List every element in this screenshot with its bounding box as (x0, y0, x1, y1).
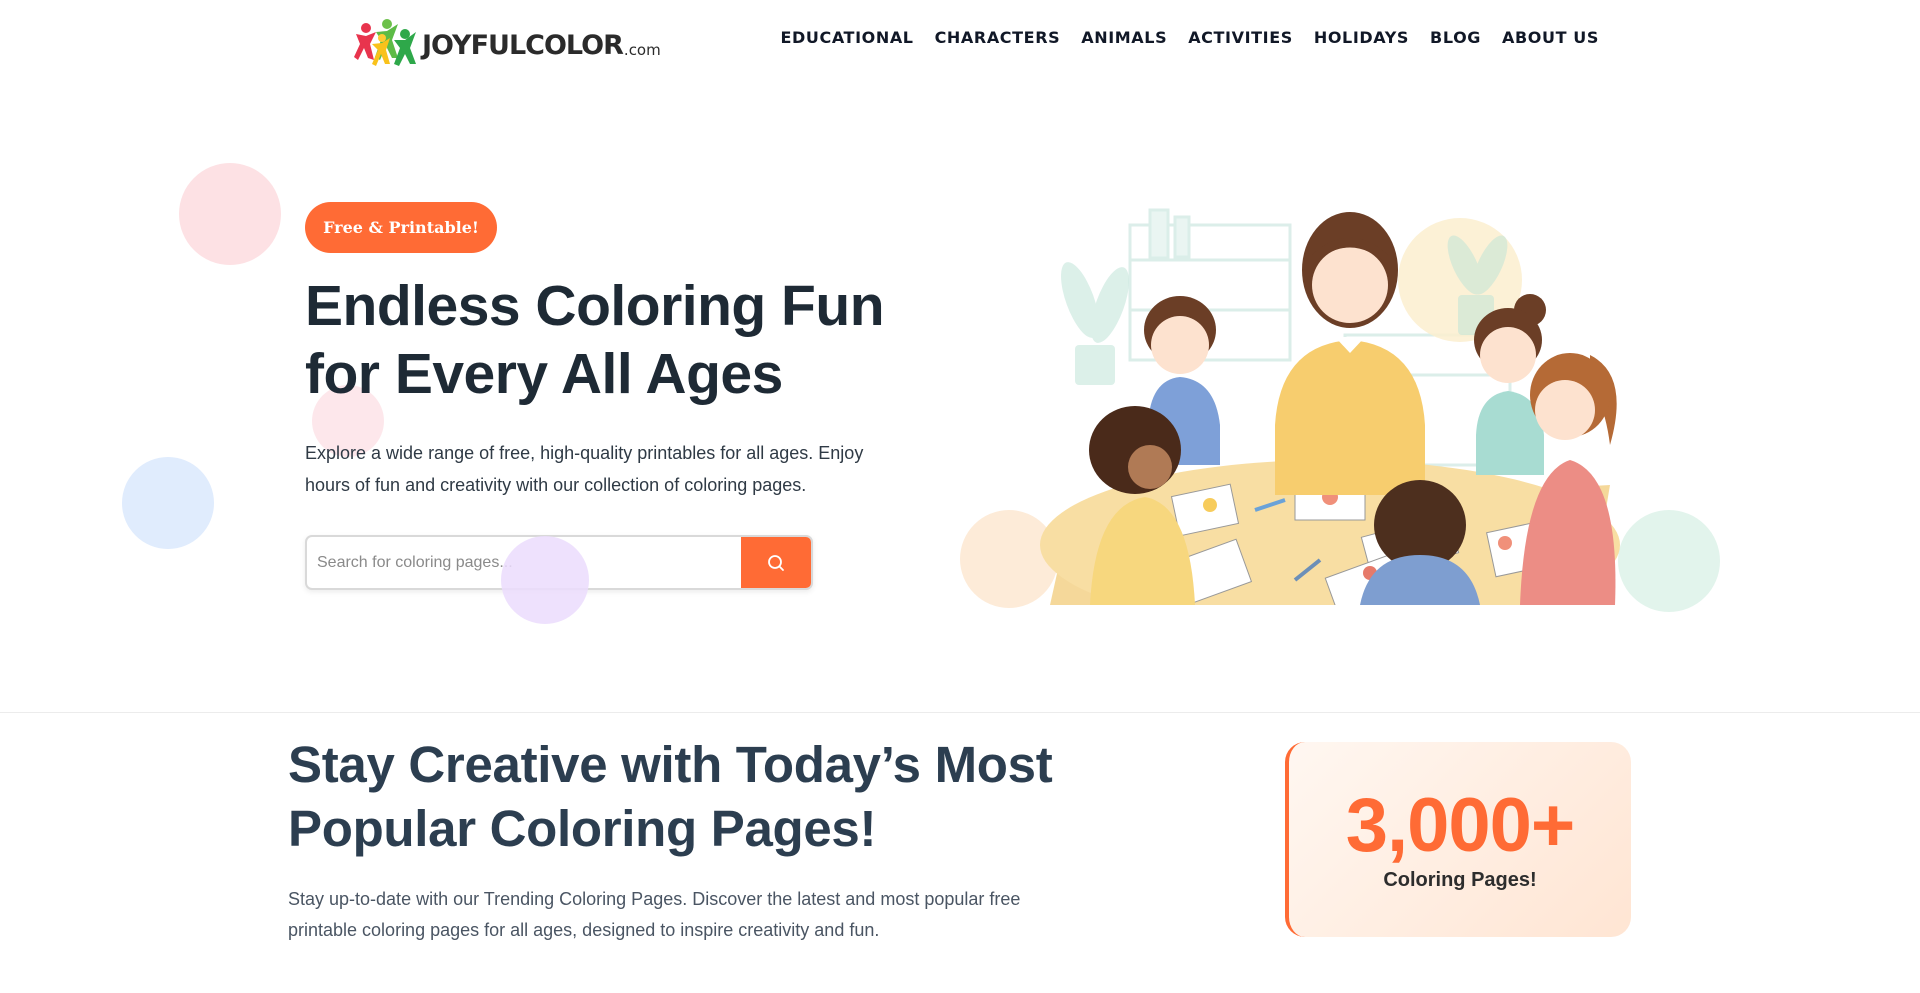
pages-count-label: Coloring Pages! (1383, 869, 1537, 891)
logo-wordmark: JOYFULCOLOR (422, 30, 624, 61)
main-nav: EDUCATIONAL CHARACTERS ANIMALS ACTIVITIE… (780, 28, 1599, 47)
free-printable-badge: Free & Printable! (305, 202, 497, 253)
popular-section-title: Stay Creative with Today’s Most Popular … (288, 736, 1053, 857)
site-header: JOYFULCOLOR .com EDUCATIONAL CHARACTERS … (0, 0, 1920, 80)
pages-count-card: 3,000+ Coloring Pages! (1285, 742, 1631, 937)
nav-animals[interactable]: ANIMALS (1081, 28, 1167, 47)
popular-section-description: Stay up-to-date with our Trending Colori… (288, 889, 1021, 940)
site-logo[interactable]: JOYFULCOLOR .com (350, 12, 661, 70)
section-divider (0, 712, 1920, 713)
decor-circle-pink (179, 163, 281, 265)
search-icon (768, 554, 784, 571)
nav-blog[interactable]: BLOG (1430, 28, 1481, 47)
nav-about-us[interactable]: ABOUT US (1502, 28, 1599, 47)
hero-illustration (1040, 208, 1620, 605)
nav-activities[interactable]: ACTIVITIES (1188, 28, 1293, 47)
nav-characters[interactable]: CHARACTERS (935, 28, 1061, 47)
hero-description: Explore a wide range of free, high-quali… (305, 443, 864, 495)
logo-figures-icon (354, 19, 416, 66)
decor-circle-blue (122, 457, 214, 549)
logo-tld: .com (623, 41, 661, 59)
pages-count-number: 3,000+ (1345, 783, 1576, 868)
nav-educational[interactable]: EDUCATIONAL (780, 28, 913, 47)
search-button[interactable] (741, 537, 811, 588)
hero-title: Endless Coloring Fun for Every All Ages (305, 274, 885, 406)
nav-holidays[interactable]: HOLIDAYS (1314, 28, 1409, 47)
decor-circle-purple (501, 536, 589, 624)
